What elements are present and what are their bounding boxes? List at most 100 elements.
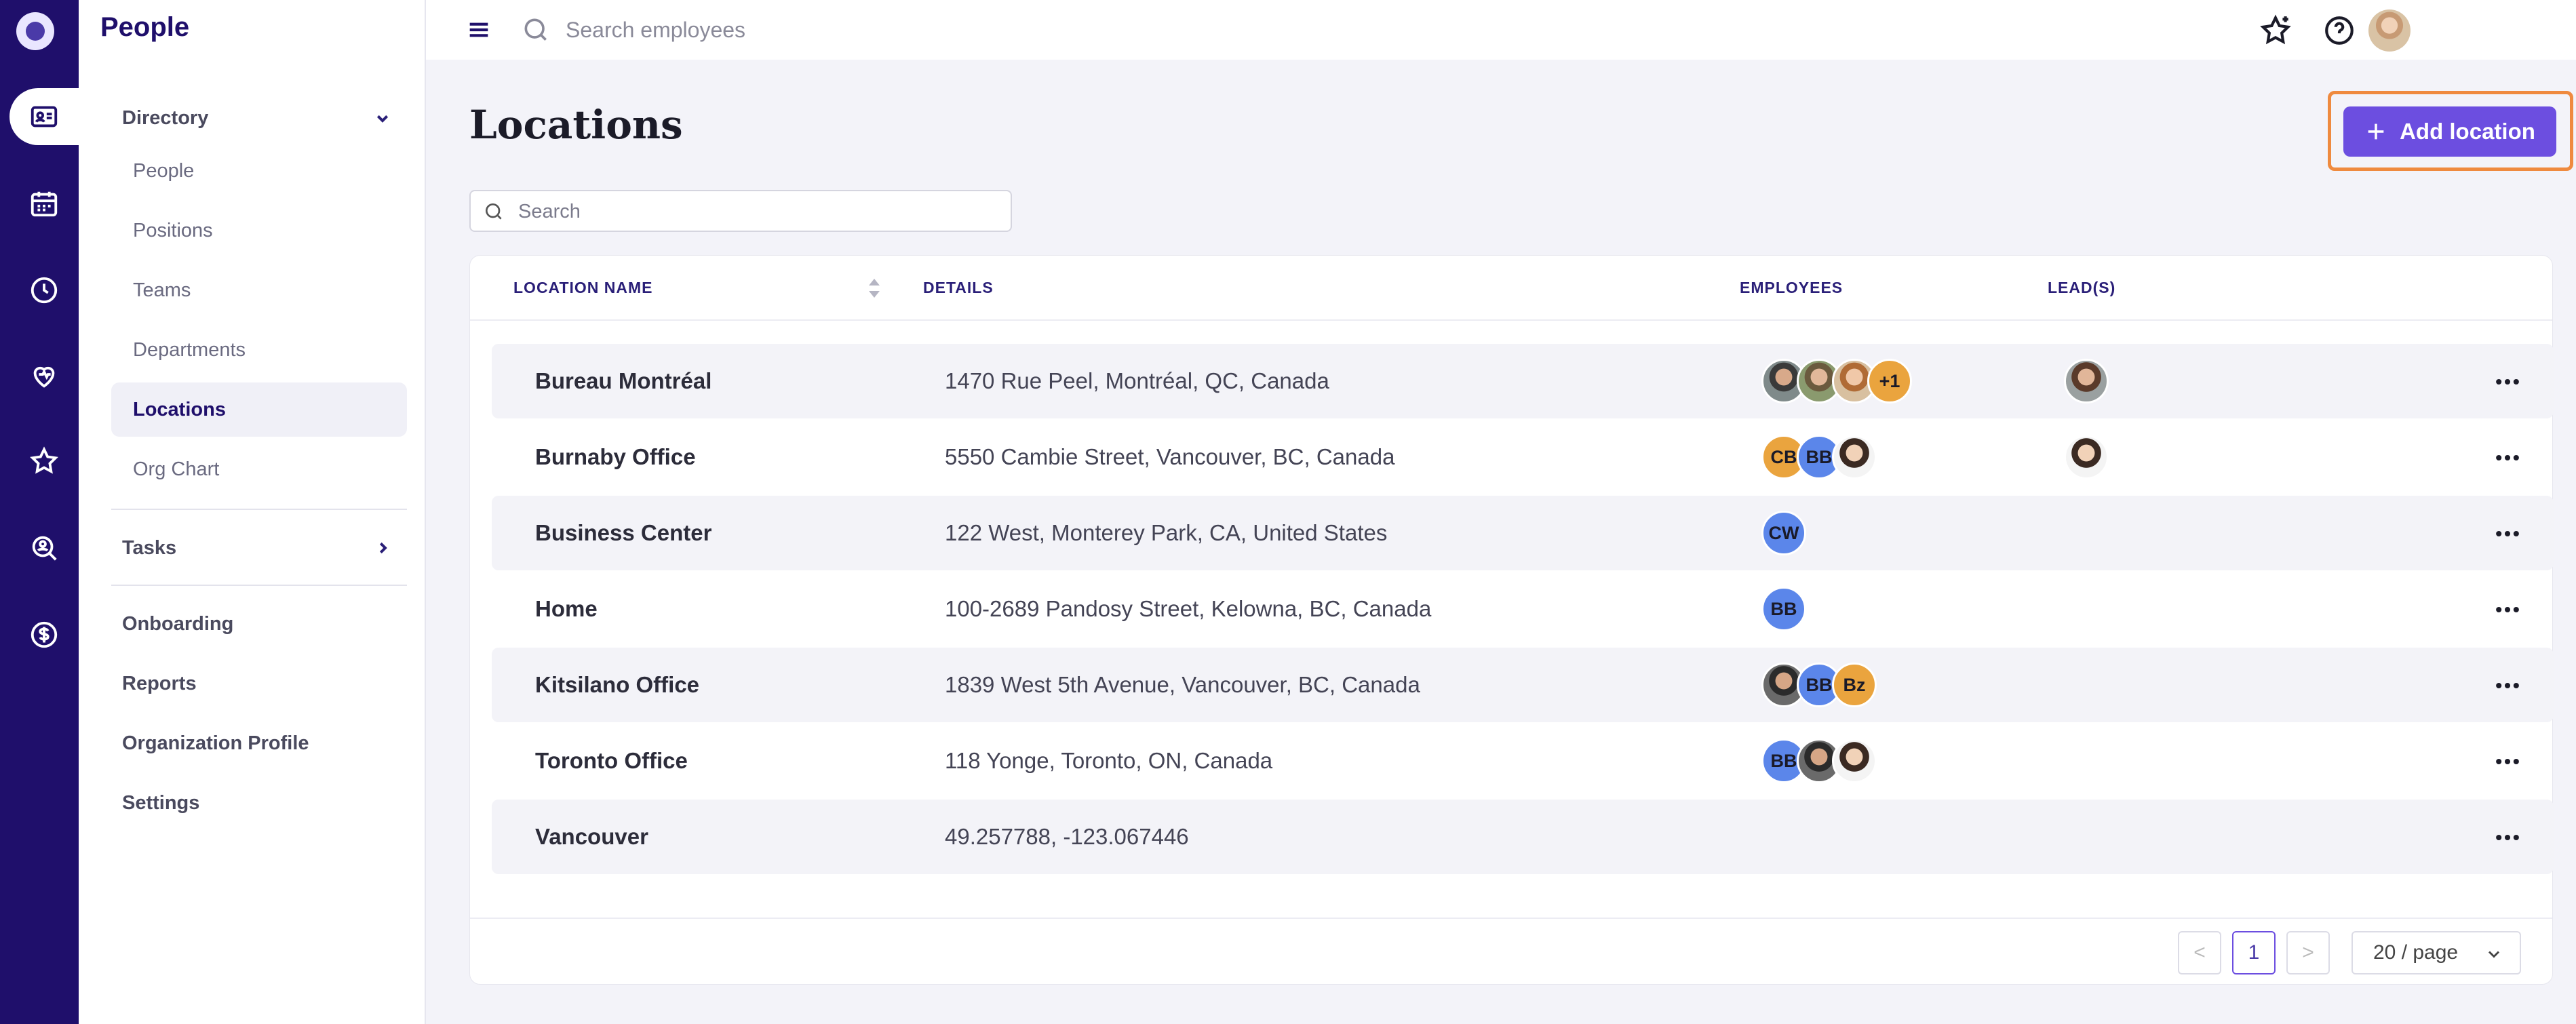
add-location-label: Add location: [2400, 119, 2535, 144]
location-details: 5550 Cambie Street, Vancouver, BC, Canad…: [945, 444, 1395, 469]
plus-icon: [2368, 123, 2384, 140]
calendar-icon[interactable]: [9, 175, 79, 232]
nav-tasks-label: Tasks: [122, 536, 177, 559]
dollar-icon[interactable]: [9, 606, 79, 663]
page-size-value: 20 / page: [2373, 941, 2459, 964]
nav-organization-profile[interactable]: Organization Profile: [111, 716, 407, 770]
people-search-icon[interactable]: [9, 519, 79, 576]
table-row[interactable]: Vancouver 49.257788, -123.067446: [492, 800, 2554, 874]
nav-teams[interactable]: Teams: [111, 263, 407, 317]
more-options-icon[interactable]: [2493, 671, 2522, 701]
add-location-highlight: Add location: [2328, 91, 2573, 171]
lead-avatar[interactable]: [2064, 435, 2109, 479]
location-details: 118 Yonge, Toronto, ON, Canada: [945, 748, 1273, 773]
location-name: Toronto Office: [535, 748, 688, 773]
side-panel: People Directory People Positions Teams …: [79, 0, 426, 1024]
nav-departments[interactable]: Departments: [111, 323, 407, 377]
lead-avatars: [2064, 359, 2109, 403]
nav-reports[interactable]: Reports: [111, 656, 407, 711]
nav-positions-label: Positions: [133, 219, 213, 241]
page-size-select[interactable]: 20 / page: [2351, 931, 2521, 974]
more-options-icon[interactable]: [2493, 823, 2522, 852]
employee-avatar[interactable]: Bz: [1832, 663, 1877, 707]
nav-people-label: People: [133, 159, 195, 182]
more-options-icon[interactable]: [2493, 519, 2522, 549]
employee-avatars: BB Bz: [1761, 663, 1877, 707]
more-options-icon[interactable]: [2493, 595, 2522, 625]
location-details: 100-2689 Pandosy Street, Kelowna, BC, Ca…: [945, 596, 1432, 621]
page-title: Locations: [469, 102, 683, 148]
employee-avatar[interactable]: [1832, 739, 1877, 783]
help-icon[interactable]: [2322, 14, 2356, 47]
chevron-right-icon: [379, 542, 387, 554]
location-details: 122 West, Monterey Park, CA, United Stat…: [945, 520, 1388, 545]
nav-settings-label: Settings: [122, 791, 200, 814]
chevron-down-icon: [2488, 951, 2500, 958]
app-logo-icon[interactable]: [16, 12, 54, 50]
nav-org-chart-label: Org Chart: [133, 458, 220, 480]
column-location-name[interactable]: LOCATION NAME: [513, 279, 653, 297]
column-employees: EMPLOYEES: [1740, 279, 1843, 296]
table-row[interactable]: Bureau Montréal 1470 Rue Peel, Montréal,…: [492, 344, 2554, 418]
more-options-icon[interactable]: [2493, 747, 2522, 776]
add-location-button[interactable]: Add location: [2343, 106, 2556, 157]
employee-avatar[interactable]: BB: [1761, 587, 1806, 631]
employee-avatars: CW: [1761, 511, 1806, 555]
search-icon: [486, 203, 502, 220]
employee-search-input[interactable]: [566, 15, 1040, 45]
column-details: DETAILS: [923, 279, 994, 296]
chevron-down-icon: [376, 115, 389, 123]
table-row[interactable]: Burnaby Office 5550 Cambie Street, Vanco…: [492, 420, 2554, 494]
nav-departments-label: Departments: [133, 338, 246, 361]
table-row[interactable]: Toronto Office 118 Yonge, Toronto, ON, C…: [492, 724, 2554, 798]
location-name: Home: [535, 596, 598, 621]
location-search-input[interactable]: [518, 198, 993, 225]
nav-locations[interactable]: Locations: [111, 382, 407, 437]
nav-org-chart[interactable]: Org Chart: [111, 442, 407, 496]
star-icon[interactable]: [9, 433, 79, 490]
search-icon: [524, 18, 547, 41]
location-name: Kitsilano Office: [535, 672, 700, 697]
next-page-button[interactable]: >: [2286, 931, 2330, 974]
nav-divider: [111, 585, 407, 586]
location-name: Bureau Montréal: [535, 368, 712, 393]
heart-icon[interactable]: [9, 347, 79, 404]
nav-onboarding-label: Onboarding: [122, 612, 234, 635]
more-options-icon[interactable]: [2493, 367, 2522, 397]
table-header: LOCATION NAME DETAILS EMPLOYEES LEAD(S): [470, 256, 2552, 321]
employee-avatar[interactable]: CW: [1761, 511, 1806, 555]
prev-page-button[interactable]: <: [2178, 931, 2221, 974]
employee-avatars: BB: [1761, 739, 1877, 783]
favorites-star-icon[interactable]: [2259, 14, 2292, 47]
location-name: Business Center: [535, 520, 712, 545]
clock-icon[interactable]: [9, 262, 79, 319]
user-avatar[interactable]: [2368, 9, 2411, 52]
table-row[interactable]: Kitsilano Office 1839 West 5th Avenue, V…: [492, 648, 2554, 722]
nav-directory[interactable]: Directory: [111, 91, 407, 145]
table-footer-divider: [470, 918, 2552, 919]
nav-divider: [111, 509, 407, 510]
app-rail: [0, 0, 79, 1024]
hamburger-menu-icon[interactable]: [465, 16, 492, 43]
nav-onboarding[interactable]: Onboarding: [111, 597, 407, 651]
nav-people[interactable]: People: [111, 144, 407, 198]
lead-avatar[interactable]: [2064, 359, 2109, 403]
more-employees-badge[interactable]: +1: [1867, 359, 1912, 403]
sort-icon[interactable]: [865, 275, 884, 302]
nav-directory-label: Directory: [122, 106, 209, 129]
employee-avatars: BB: [1761, 587, 1806, 631]
nav-tasks[interactable]: Tasks: [111, 521, 407, 575]
nav-teams-label: Teams: [133, 279, 191, 301]
directory-icon[interactable]: [9, 88, 79, 145]
table-row[interactable]: Business Center 122 West, Monterey Park,…: [492, 496, 2554, 570]
nav-reports-label: Reports: [122, 672, 197, 694]
location-name: Burnaby Office: [535, 444, 696, 469]
employee-avatar[interactable]: [1832, 435, 1877, 479]
nav-positions[interactable]: Positions: [111, 203, 407, 258]
nav-organization-profile-label: Organization Profile: [122, 732, 309, 754]
top-bar: [426, 0, 2576, 60]
page-1-button[interactable]: 1: [2232, 931, 2276, 974]
nav-settings[interactable]: Settings: [111, 776, 407, 830]
more-options-icon[interactable]: [2493, 443, 2522, 473]
table-row[interactable]: Home 100-2689 Pandosy Street, Kelowna, B…: [492, 572, 2554, 646]
